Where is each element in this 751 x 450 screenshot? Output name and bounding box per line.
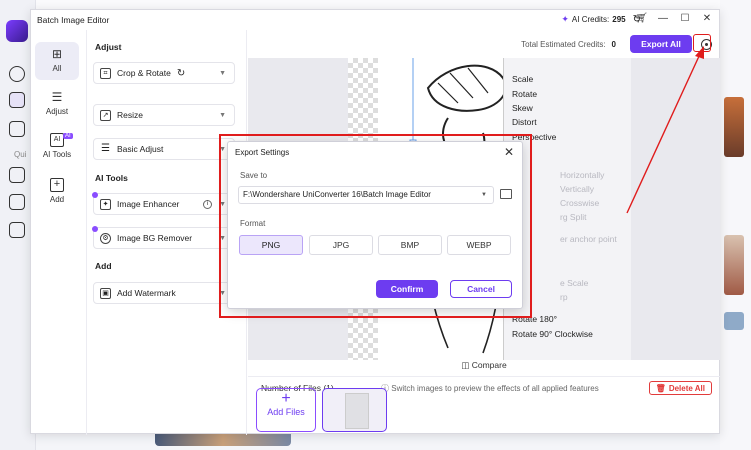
tool-add-watermark[interactable]: ▣ Add Watermark ▼ [93, 282, 235, 304]
category-nav: ⊞ All ☰ Adjust AI AI AI Tools + Add [31, 30, 87, 435]
tool-image-bg-remover[interactable]: ⚙ Image BG Remover ▼ [92, 226, 235, 249]
nav-item-add[interactable]: + Add [35, 178, 79, 204]
app-logo-icon [6, 20, 28, 42]
home-icon[interactable] [9, 66, 25, 82]
menu-item[interactable]: Vertically [560, 184, 594, 194]
tool-resize[interactable]: ↗ Resize ▼ [93, 104, 235, 126]
grid-icon: ⊞ [51, 47, 63, 61]
tool-label: Crop & Rotate [117, 68, 171, 78]
menu-item[interactable]: Horizontally [560, 170, 604, 180]
window-title: Batch Image Editor [37, 15, 110, 25]
tool-image-enhancer[interactable]: ✦ Image Enhancer i ▼ [92, 192, 235, 215]
add-files-label: Add Files [267, 407, 305, 417]
ai-credits-label: AI Credits: [571, 15, 610, 24]
ai-icon: AI [50, 133, 64, 147]
compare-icon: ◫ [461, 360, 470, 370]
background-quick-label: Qui [14, 150, 27, 159]
resize-icon: ↗ [100, 109, 111, 121]
maximize-icon[interactable]: ☐ [679, 13, 691, 24]
menu-item[interactable]: Rotate 90° Clockwise [512, 329, 593, 339]
menu-item[interactable]: Distort [512, 117, 537, 127]
add-files-button[interactable]: + Add Files [256, 388, 316, 432]
menu-item[interactable]: Skew [512, 103, 533, 113]
annotation-highlight-dialog [219, 134, 532, 318]
menu-item[interactable]: Rotate [512, 89, 537, 99]
menu-item[interactable]: Scale [512, 74, 533, 84]
close-icon[interactable]: ✕ [701, 13, 713, 24]
cart-icon[interactable]: 🛒︎ [635, 13, 648, 24]
compare-label: Compare [471, 360, 507, 370]
delete-all-label: Delete All [668, 383, 705, 393]
tool-basic-adjust[interactable]: ☰ Basic Adjust ▼ [93, 138, 235, 160]
sliders-icon: ☰ [101, 142, 110, 154]
minimize-icon[interactable]: — [657, 13, 669, 24]
annotation-arrow [626, 46, 704, 214]
nav-item-all[interactable]: ⊞ All [35, 42, 79, 80]
document-icon[interactable] [9, 121, 25, 137]
background-thumbnail[interactable] [724, 97, 744, 157]
chevron-down-icon: ▼ [219, 69, 226, 77]
chevron-down-icon: ▼ [219, 111, 226, 119]
nav-item-label: AI Tools [42, 150, 72, 159]
file-thumbnail[interactable] [322, 388, 387, 432]
nav-item-label: All [52, 64, 62, 73]
enhance-icon: ✦ [100, 198, 111, 210]
ai-credits-icon: ✦ [561, 14, 569, 24]
preview-hint-text: Switch images to preview the effects of … [391, 384, 599, 393]
title-bar: Batch Image Editor ✦ AI Credits: 295 ↻ 🛒… [31, 10, 719, 30]
nav-item-label: Add [49, 195, 65, 204]
file-icon[interactable] [9, 194, 25, 210]
info-icon[interactable]: i [203, 199, 212, 209]
delete-all-button[interactable]: 🗑︎ Delete All [648, 381, 712, 395]
menu-item[interactable]: rp [560, 292, 568, 302]
nav-item-label: Adjust [45, 107, 69, 116]
rotate-icon: ↻ [176, 67, 186, 79]
sliders-icon: ☰ [51, 90, 63, 104]
tool-label: Resize [117, 110, 143, 120]
background-thumbnail[interactable] [724, 235, 744, 295]
ai-badge: AI [63, 133, 73, 139]
files-bar: Number of Files (1) ⓘ Switch images to p… [248, 376, 720, 435]
ai-dot [92, 226, 98, 232]
background-thumbnail[interactable] [724, 312, 744, 330]
tool-label: Basic Adjust [117, 144, 164, 154]
nav-item-adjust[interactable]: ☰ Adjust [35, 90, 79, 116]
screen-icon[interactable] [9, 222, 25, 238]
toolbox-icon[interactable] [9, 92, 25, 108]
tool-label: Add Watermark [117, 288, 176, 298]
watermark-icon: ▣ [100, 287, 111, 299]
preview-hint: ⓘ Switch images to preview the effects o… [381, 383, 599, 394]
nav-item-ai-tools[interactable]: AI AI AI Tools [35, 133, 79, 159]
convert-icon[interactable] [9, 167, 25, 183]
menu-item[interactable]: e Scale [560, 278, 588, 288]
ai-credits: ✦ AI Credits: 295 ↻ [561, 14, 641, 25]
menu-item[interactable]: er anchor point [560, 234, 617, 244]
section-title-adjust: Adjust [95, 42, 122, 52]
menu-item[interactable]: rg Split [560, 212, 586, 222]
background-right-panel [720, 0, 751, 450]
tool-label: Image Enhancer [117, 199, 180, 209]
ai-credits-value: 295 [612, 15, 626, 24]
trash-icon: 🗑︎ [655, 383, 666, 393]
plus-icon: + [281, 390, 291, 407]
window-controls: 🛒︎ — ☐ ✕ [635, 13, 713, 24]
crop-icon: ⌗ [100, 67, 111, 79]
compare-toggle[interactable]: ◫ Compare [248, 360, 720, 376]
bg-remove-icon: ⚙ [100, 232, 111, 244]
ai-dot [92, 192, 98, 198]
estimated-credits-label: Total Estimated Credits: [521, 40, 606, 49]
add-square-icon: + [50, 178, 64, 192]
tool-crop-rotate[interactable]: ⌗ Crop & Rotate ↻ ▼ [93, 62, 235, 84]
section-title-add: Add [95, 261, 112, 271]
section-title-ai-tools: AI Tools [95, 173, 128, 183]
tool-label: Image BG Remover [117, 233, 193, 243]
menu-item[interactable]: Crosswise [560, 198, 599, 208]
